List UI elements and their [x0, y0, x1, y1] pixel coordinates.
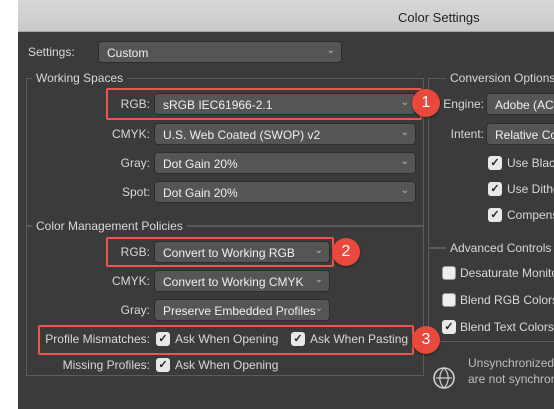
highlight-box-2: [106, 237, 334, 267]
unsync-line1: Unsynchronized: [468, 356, 554, 370]
chevron-down-icon: ⌄: [314, 303, 323, 314]
chevron-down-icon: ⌄: [314, 274, 323, 285]
settings-label: Settings:: [28, 45, 75, 59]
checkbox-desaturate[interactable]: [442, 266, 456, 280]
advanced-title: Advanced Controls: [446, 241, 554, 255]
checkbox-blend-text[interactable]: ✓: [442, 320, 456, 334]
intent-select[interactable]: Relative Col: [486, 123, 554, 145]
background-strip: [0, 0, 18, 409]
checkbox-use-black[interactable]: ✓: [488, 156, 502, 170]
ws-spot-label: Spot:: [121, 185, 150, 199]
checkbox-blend-rgb[interactable]: [442, 293, 456, 307]
window-title: Color Settings: [398, 10, 480, 25]
highlight-box-3: [38, 325, 414, 355]
title-bar: Color Settings: [18, 0, 554, 32]
ws-cmyk-value: U.S. Web Coated (SWOP) v2: [163, 128, 321, 142]
sync-warning-icon: [432, 366, 456, 390]
cmp-cmyk-select[interactable]: Convert to Working CMYK ⌄: [154, 270, 330, 292]
cmp-gray-select[interactable]: Preserve Embedded Profiles ⌄: [154, 299, 330, 321]
compensate-label: Compens: [507, 208, 554, 222]
chevron-down-icon: ⌄: [326, 45, 335, 56]
ws-spot-value: Dot Gain 20%: [163, 186, 238, 200]
settings-value: Custom: [107, 46, 149, 60]
checkbox-missing-ask-when-opening[interactable]: ✓: [156, 358, 170, 372]
callout-badge-3: 3: [412, 326, 440, 354]
intent-value: Relative Col: [495, 128, 554, 142]
policies-title: Color Management Policies: [32, 219, 187, 233]
desaturate-label: Desaturate Monito: [460, 266, 554, 280]
cmp-cmyk-label: CMYK:: [111, 274, 150, 288]
conversion-title: Conversion Options: [446, 71, 554, 85]
ws-cmyk-label: CMYK:: [111, 127, 150, 141]
cmp-cmyk-value: Convert to Working CMYK: [163, 275, 304, 289]
engine-select[interactable]: Adobe (ACE: [486, 93, 554, 115]
color-settings-window: Color Settings Settings: Custom ⌄ Workin…: [0, 0, 554, 409]
working-spaces-title: Working Spaces: [32, 71, 128, 85]
cmp-gray-label: Gray:: [120, 303, 150, 317]
blend-text-label: Blend Text Colors: [460, 320, 554, 334]
chevron-down-icon: ⌄: [400, 185, 409, 196]
unsync-line2: are not synchron: [468, 372, 554, 386]
missing-ask-when-opening-label: Ask When Opening: [175, 358, 279, 372]
use-dither-label: Use Dithe: [507, 182, 554, 196]
cmp-gray-value: Preserve Embedded Profiles: [163, 304, 316, 318]
chevron-down-icon: ⌄: [400, 127, 409, 138]
engine-value: Adobe (ACE: [495, 98, 554, 112]
checkbox-compensate[interactable]: ✓: [488, 208, 502, 222]
use-black-label: Use Black: [507, 156, 554, 170]
ws-spot-select[interactable]: Dot Gain 20% ⌄: [154, 181, 416, 203]
callout-badge-2: 2: [332, 238, 360, 266]
dialog-body: Settings: Custom ⌄ Working Spaces RGB: s…: [18, 32, 554, 409]
blend-rgb-label: Blend RGB Colors: [460, 293, 554, 307]
intent-label: Intent:: [450, 127, 484, 141]
callout-badge-1: 1: [412, 89, 440, 117]
chevron-down-icon: ⌄: [400, 156, 409, 167]
ws-gray-value: Dot Gain 20%: [163, 157, 238, 171]
highlight-box-1: [106, 88, 422, 120]
ws-gray-select[interactable]: Dot Gain 20% ⌄: [154, 152, 416, 174]
ws-gray-label: Gray:: [120, 156, 150, 170]
checkbox-use-dither[interactable]: ✓: [488, 182, 502, 196]
settings-select[interactable]: Custom ⌄: [98, 41, 342, 63]
ws-cmyk-select[interactable]: U.S. Web Coated (SWOP) v2 ⌄: [154, 123, 416, 145]
missing-profiles-label: Missing Profiles:: [62, 358, 150, 372]
